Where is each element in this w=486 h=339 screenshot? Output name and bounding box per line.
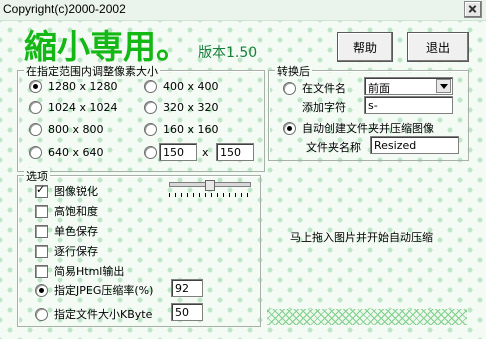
slider-ticks [169, 193, 249, 197]
title-bar: Copyright(c)2000-2002 [0, 0, 486, 21]
preset-400[interactable]: 400 x 400 [144, 80, 219, 93]
file-size-label: 指定文件大小KByte [54, 308, 153, 321]
option-label: 图像锐化 [54, 185, 98, 198]
exit-button[interactable]: 退出 [407, 32, 469, 62]
preset-label: 800 x 800 [48, 123, 104, 136]
radio-1024[interactable] [29, 101, 42, 114]
checkbox-sharpen[interactable] [35, 183, 48, 198]
window-title: Copyright(c)2000-2002 [3, 2, 126, 16]
slider-thumb[interactable] [205, 180, 215, 191]
jpeg-rate-option[interactable]: 指定JPEG压缩率(%) [35, 282, 153, 298]
preset-1024[interactable]: 1024 x 1024 [29, 101, 118, 114]
checkbox-saturation[interactable] [35, 204, 48, 218]
folder-name-label: 文件夹名称 [306, 141, 361, 154]
radio-custom[interactable] [144, 146, 157, 159]
checkbox-mono[interactable] [35, 224, 48, 238]
preset-label: 320 x 320 [163, 101, 219, 114]
preset-custom[interactable] [144, 146, 157, 159]
size-group-title: 在指定范围内调整像素大小 [24, 63, 160, 79]
preset-label: 160 x 160 [163, 123, 219, 136]
sharpen-slider[interactable] [167, 180, 251, 202]
convert-group-title: 转换后 [275, 63, 312, 79]
radio-filename-prefix[interactable] [283, 81, 296, 95]
add-char-input[interactable]: s- [364, 96, 453, 114]
position-select-value: 前面 [368, 82, 390, 95]
preset-800[interactable]: 800 x 800 [29, 123, 104, 136]
jpeg-rate-input[interactable]: 92 [171, 279, 203, 297]
option-label: 逐行保存 [54, 245, 98, 258]
chevron-down-icon[interactable] [436, 79, 451, 93]
radio-320[interactable] [144, 101, 157, 114]
option-label: 单色保存 [54, 225, 98, 238]
custom-width-input[interactable]: 150 [159, 143, 197, 161]
radio-800[interactable] [29, 123, 42, 136]
version-label: 版本1.50 [198, 45, 258, 61]
radio-jpeg-rate[interactable] [35, 283, 48, 297]
checkbox-html[interactable] [35, 264, 48, 278]
saturation-option[interactable]: 高饱和度 [35, 203, 98, 219]
position-select[interactable]: 前面 [364, 77, 453, 95]
radio-400[interactable] [144, 80, 157, 93]
preset-640[interactable]: 640 x 640 [29, 146, 104, 159]
auto-folder-option[interactable]: 自动创建文件夹并压缩图像 [283, 120, 434, 136]
custom-height-input[interactable]: 150 [216, 143, 254, 161]
jpeg-rate-label: 指定JPEG压缩率(%) [54, 284, 154, 297]
radio-file-size[interactable] [35, 307, 48, 321]
add-char-label: 添加字符 [302, 101, 346, 114]
slider-track-right [211, 182, 251, 187]
radio-auto-folder[interactable] [283, 121, 296, 135]
checkbox-progressive[interactable] [35, 244, 48, 258]
app-logo: 縮小専用。 [24, 27, 189, 66]
html-option[interactable]: 简易Html输出 [35, 263, 124, 279]
drop-hint: 马上拖入图片并开始自动压缩 [290, 231, 433, 244]
filename-prefix-option[interactable]: 在文件名 [283, 80, 346, 96]
mono-option[interactable]: 单色保存 [35, 223, 98, 239]
sharpen-option[interactable]: 图像锐化 [35, 183, 98, 199]
folder-name-input[interactable]: Resized [370, 136, 459, 154]
file-size-input[interactable]: 50 [171, 303, 203, 321]
radio-1280[interactable] [29, 80, 42, 93]
preset-label: 640 x 640 [48, 146, 104, 159]
drop-area-pattern [267, 309, 467, 325]
slider-track-left [169, 182, 209, 187]
preset-label: 400 x 400 [163, 80, 219, 93]
preset-label: 1024 x 1024 [48, 101, 118, 114]
filename-prefix-label: 在文件名 [302, 82, 346, 95]
option-label: 简易Html输出 [54, 265, 125, 278]
file-size-option[interactable]: 指定文件大小KByte [35, 306, 152, 322]
help-button[interactable]: 帮助 [337, 32, 393, 62]
preset-1280[interactable]: 1280 x 1280 [29, 80, 118, 93]
preset-320[interactable]: 320 x 320 [144, 101, 219, 114]
custom-separator: x [202, 146, 209, 159]
close-button[interactable] [464, 1, 482, 18]
preset-label: 1280 x 1280 [48, 80, 118, 93]
option-label: 高饱和度 [54, 205, 98, 218]
auto-folder-label: 自动创建文件夹并压缩图像 [302, 122, 434, 135]
radio-640[interactable] [29, 146, 42, 159]
progressive-option[interactable]: 逐行保存 [35, 243, 98, 259]
radio-160[interactable] [144, 123, 157, 136]
preset-160[interactable]: 160 x 160 [144, 123, 219, 136]
